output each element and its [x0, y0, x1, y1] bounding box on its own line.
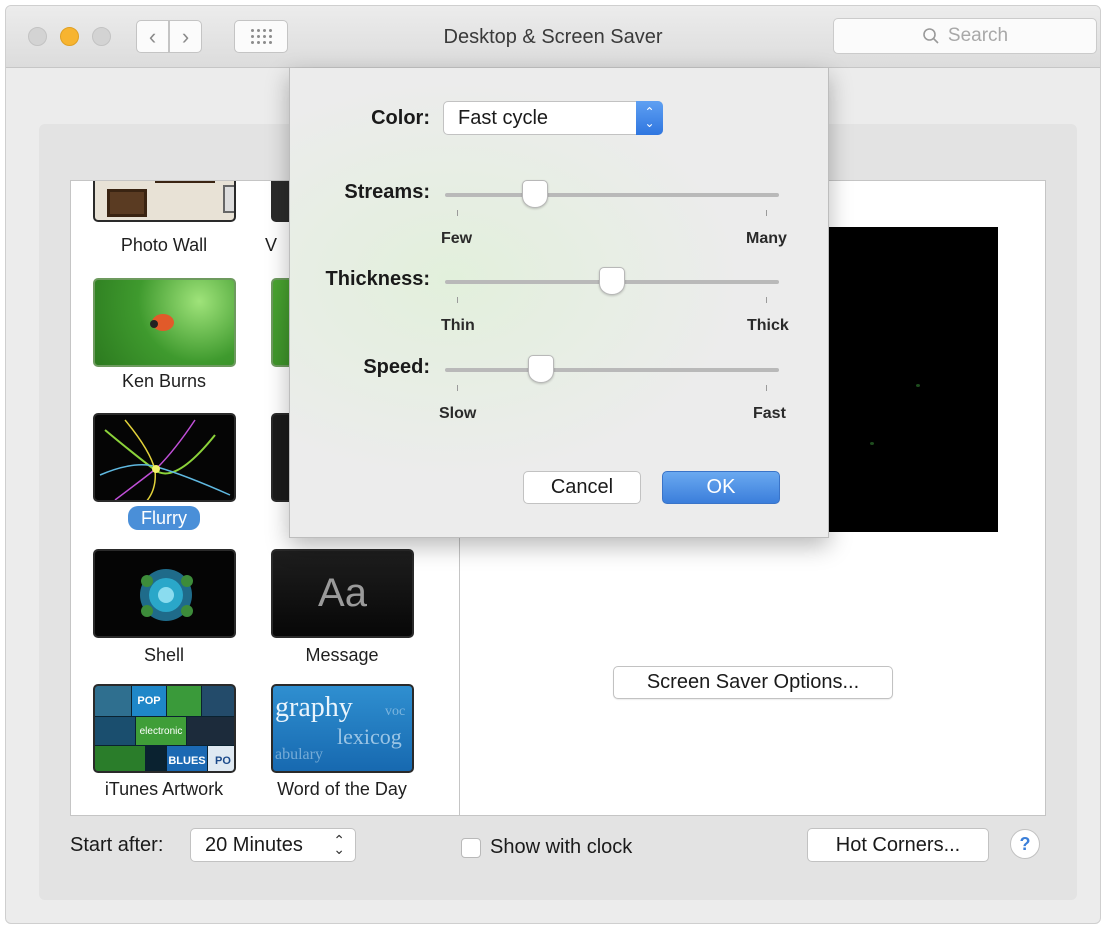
- tick-mark: [457, 210, 458, 216]
- slider-label: Streams:: [344, 181, 430, 203]
- tick-mark: [766, 385, 767, 391]
- streams-slider[interactable]: [445, 180, 779, 216]
- saver-label: Ken Burns: [121, 371, 207, 391]
- flurry-art: [99, 419, 231, 500]
- tile-text: BLUES: [168, 754, 206, 767]
- streams-min-label: Few: [441, 230, 473, 247]
- flurry-particle: [916, 384, 920, 387]
- slider-label: Thickness:: [325, 268, 430, 290]
- saver-thumb-shell[interactable]: [93, 549, 236, 638]
- tile-text: PO: [215, 754, 231, 767]
- tile-text: electronic: [139, 725, 183, 737]
- search-icon: [923, 28, 939, 44]
- color-label: Color:: [371, 107, 430, 129]
- saver-thumb-flurry[interactable]: [93, 413, 236, 502]
- hot-corners-button[interactable]: Hot Corners...: [807, 828, 989, 862]
- wotd-word: graphy: [275, 692, 353, 723]
- flurry-particle: [870, 442, 874, 445]
- speed-slider[interactable]: [445, 355, 779, 391]
- color-value: Fast cycle: [458, 106, 549, 129]
- wotd-word: abulary: [275, 746, 323, 763]
- ok-button[interactable]: OK: [662, 471, 780, 504]
- shell-art: [140, 569, 193, 621]
- preferences-window: ‹ › Desktop & Screen Saver Search Photo …: [5, 5, 1101, 924]
- slider-knob[interactable]: [599, 267, 625, 295]
- wotd-word: voc: [385, 704, 406, 719]
- search-placeholder: Search: [947, 25, 1009, 46]
- saver-thumb-ken-burns[interactable]: [93, 278, 236, 367]
- saver-thumb-itunes-artwork[interactable]: POP electronic BLUES PO: [93, 684, 236, 773]
- tick-mark: [766, 297, 767, 303]
- help-button[interactable]: ?: [1010, 829, 1040, 859]
- start-after-popup[interactable]: 20 Minutes ⌃ ⌄: [190, 828, 356, 862]
- speed-min-label: Slow: [439, 405, 477, 422]
- thickness-max-label: Thick: [747, 317, 789, 334]
- cancel-button[interactable]: Cancel: [523, 471, 641, 504]
- thickness-min-label: Thin: [441, 317, 475, 334]
- screen-saver-options-button[interactable]: Screen Saver Options...: [613, 666, 893, 699]
- slider-knob[interactable]: [522, 180, 548, 208]
- wotd-word: lexicog: [337, 724, 402, 749]
- slider-knob[interactable]: [528, 355, 554, 383]
- updown-chevron-icon: ⌃ ⌄: [333, 832, 345, 857]
- tick-mark: [457, 385, 458, 391]
- flurry-options-sheet: Color: Fast cycle ⌃ ⌄ Streams: Few Many T…: [289, 68, 829, 538]
- tick-mark: [766, 210, 767, 216]
- updown-chevron-icon: ⌃ ⌄: [636, 101, 663, 135]
- tick-mark: [457, 297, 458, 303]
- saver-label: Photo Wall: [120, 235, 208, 255]
- saver-thumb-word-of-the-day[interactable]: graphy lexicog voc abulary: [271, 684, 414, 773]
- saver-label: Word of the Day: [277, 779, 407, 799]
- tile-text: POP: [137, 695, 161, 707]
- saver-label: Message: [305, 645, 379, 665]
- saver-thumb-message[interactable]: Aa: [271, 549, 414, 638]
- show-with-clock-label[interactable]: Show with clock: [490, 836, 632, 859]
- color-popup[interactable]: Fast cycle ⌃ ⌄: [443, 101, 663, 135]
- start-after-label: Start after:: [70, 834, 164, 856]
- title-bar: ‹ › Desktop & Screen Saver Search: [6, 6, 1100, 68]
- saver-label-selected: Flurry: [79, 506, 249, 530]
- preview-screen: [826, 227, 998, 532]
- message-thumb-text: Aa: [318, 571, 367, 615]
- show-with-clock-checkbox[interactable]: [461, 838, 481, 858]
- search-field[interactable]: Search: [833, 18, 1097, 54]
- saver-label: Shell: [143, 645, 185, 665]
- saver-label: iTunes Artwork: [104, 779, 224, 799]
- speed-max-label: Fast: [753, 405, 786, 422]
- slider-label: Speed:: [363, 356, 430, 378]
- thickness-slider[interactable]: [445, 267, 779, 303]
- start-after-value: 20 Minutes: [205, 833, 303, 856]
- saver-thumb-photo-wall[interactable]: [93, 181, 236, 222]
- streams-max-label: Many: [746, 230, 787, 247]
